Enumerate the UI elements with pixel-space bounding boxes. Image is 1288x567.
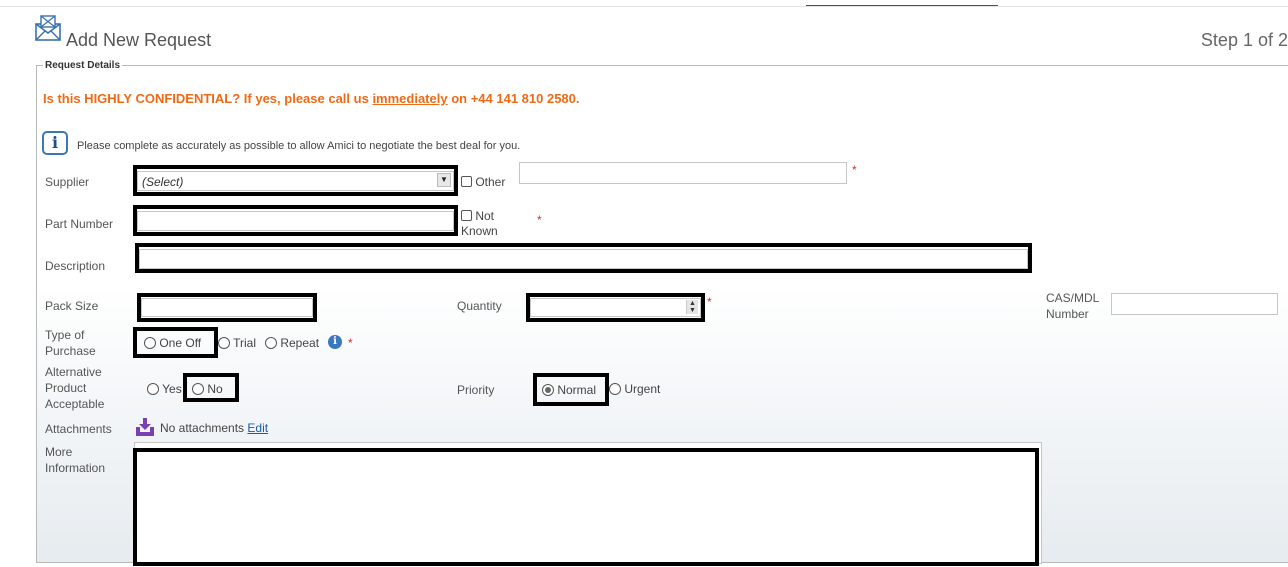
- not-known-checkbox[interactable]: [461, 210, 472, 221]
- trial-option[interactable]: Trial: [218, 336, 256, 350]
- trial-label: Trial: [233, 336, 257, 350]
- more-information-label-line1: More: [45, 445, 73, 459]
- description-input-highlight: [135, 243, 1032, 273]
- confidential-text-pre: Is this HIGHLY CONFIDENTIAL? If yes, ple…: [43, 91, 373, 106]
- supplier-other-checkbox[interactable]: [461, 176, 472, 187]
- stepper-arrows-icon[interactable]: ▲ ▼: [686, 300, 698, 314]
- step-indicator: Step 1 of 2: [1200, 30, 1288, 50]
- alternative-product-label-line2: Product: [45, 381, 87, 395]
- more-information-label-line2: Information: [45, 461, 106, 475]
- not-known-label-line2: Known: [461, 224, 498, 238]
- supplier-select-value: (Select): [142, 175, 184, 189]
- attachments-label: Attachments: [45, 422, 112, 436]
- alternative-product-label-line3: Acceptable: [45, 397, 105, 411]
- more-information-label: More Information: [45, 444, 105, 476]
- alternative-no-option[interactable]: No: [192, 382, 223, 396]
- top-nav-link-underline[interactable]: [806, 0, 998, 6]
- type-of-purchase-label-line2: Purchase: [45, 344, 96, 358]
- help-icon[interactable]: i: [328, 335, 342, 349]
- alternative-yes-radio[interactable]: [147, 383, 159, 395]
- top-divider: [0, 6, 1288, 7]
- one-off-option-highlight: One Off: [133, 327, 218, 358]
- supplier-other-input[interactable]: [519, 162, 847, 184]
- page-title: Add New Request: [66, 30, 212, 50]
- confidential-warning: Is this HIGHLY CONFIDENTIAL? If yes, ple…: [43, 91, 580, 106]
- cas-label: CAS/MDL Number: [1046, 290, 1099, 322]
- quantity-stepper[interactable]: ▲ ▼: [530, 298, 701, 317]
- no-attachments-text: No attachments: [160, 421, 245, 435]
- priority-urgent-radio[interactable]: [609, 383, 621, 395]
- confidential-text-post: on +44 141 810 2580.: [447, 91, 580, 106]
- priority-normal-highlight: Normal: [533, 373, 609, 406]
- supplier-other-option[interactable]: Other: [461, 175, 505, 189]
- alternative-no-option-highlight: No: [183, 373, 239, 402]
- repeat-radio[interactable]: [265, 337, 277, 349]
- edit-attachments-link[interactable]: Edit: [247, 421, 268, 435]
- part-number-required-mark: *: [537, 213, 542, 227]
- alternative-product-label-line1: Alternative: [45, 365, 102, 379]
- supplier-other-label: Other: [475, 175, 506, 189]
- type-of-purchase-required-mark: *: [348, 336, 353, 350]
- trial-radio[interactable]: [218, 337, 230, 349]
- envelope-icon: [35, 15, 61, 41]
- pack-size-label: Pack Size: [45, 299, 99, 313]
- cas-label-line1: CAS/MDL: [1046, 291, 1100, 305]
- alternative-yes-option[interactable]: Yes: [147, 382, 182, 396]
- priority-normal-option[interactable]: Normal: [542, 383, 596, 397]
- immediately-link[interactable]: immediately: [372, 91, 447, 106]
- alternative-yes-label: Yes: [162, 382, 182, 396]
- priority-urgent-option[interactable]: Urgent: [609, 382, 660, 396]
- not-known-option[interactable]: Not Known: [461, 209, 498, 239]
- one-off-radio[interactable]: [144, 337, 156, 349]
- alternative-product-label: Alternative Product Acceptable: [45, 364, 104, 412]
- pack-size-input[interactable]: [141, 298, 313, 317]
- priority-normal-label: Normal: [557, 383, 597, 397]
- type-of-purchase-label-line1: Type of: [45, 328, 85, 342]
- one-off-option[interactable]: One Off: [144, 336, 201, 350]
- cas-label-line2: Number: [1046, 307, 1089, 321]
- pack-size-input-highlight: [137, 293, 317, 322]
- upload-attachment-icon[interactable]: [134, 416, 156, 438]
- request-details-legend: Request Details: [45, 60, 121, 71]
- info-icon: i: [42, 131, 68, 155]
- priority-urgent-label: Urgent: [624, 382, 661, 396]
- priority-label: Priority: [457, 383, 495, 397]
- one-off-label: One Off: [159, 336, 202, 350]
- repeat-label: Repeat: [280, 336, 320, 350]
- supplier-label: Supplier: [45, 175, 90, 189]
- quantity-required-mark: *: [707, 295, 712, 309]
- quantity-input-highlight: ▲ ▼: [526, 293, 705, 322]
- alternative-no-radio[interactable]: [192, 383, 204, 395]
- part-number-input-highlight: [133, 205, 458, 236]
- repeat-option[interactable]: Repeat: [265, 336, 319, 350]
- chevron-down-icon[interactable]: ▼: [437, 173, 451, 187]
- part-number-label: Part Number: [45, 217, 114, 231]
- description-input[interactable]: [139, 249, 1028, 269]
- supplier-select-highlight: (Select) ▼: [133, 165, 458, 196]
- intro-text: Please complete as accurately as possibl…: [77, 140, 521, 152]
- request-details-fieldset: Request Details Is this HIGHLY CONFIDENT…: [36, 60, 1288, 566]
- not-known-label-line1: Not: [475, 209, 495, 223]
- part-number-input[interactable]: [137, 211, 454, 231]
- supplier-required-mark: *: [852, 163, 857, 177]
- supplier-select[interactable]: (Select) ▼: [137, 171, 454, 191]
- priority-normal-radio[interactable]: [542, 384, 554, 396]
- more-information-textarea[interactable]: [133, 448, 1039, 566]
- page-header: Add New Request Step 1 of 2: [32, 12, 1288, 54]
- quantity-label: Quantity: [457, 299, 502, 313]
- attachments-status: No attachments Edit: [160, 421, 268, 435]
- alternative-no-label: No: [207, 382, 223, 396]
- type-of-purchase-label: Type of Purchase: [45, 327, 96, 359]
- cas-input[interactable]: [1111, 293, 1278, 315]
- description-label: Description: [45, 259, 106, 273]
